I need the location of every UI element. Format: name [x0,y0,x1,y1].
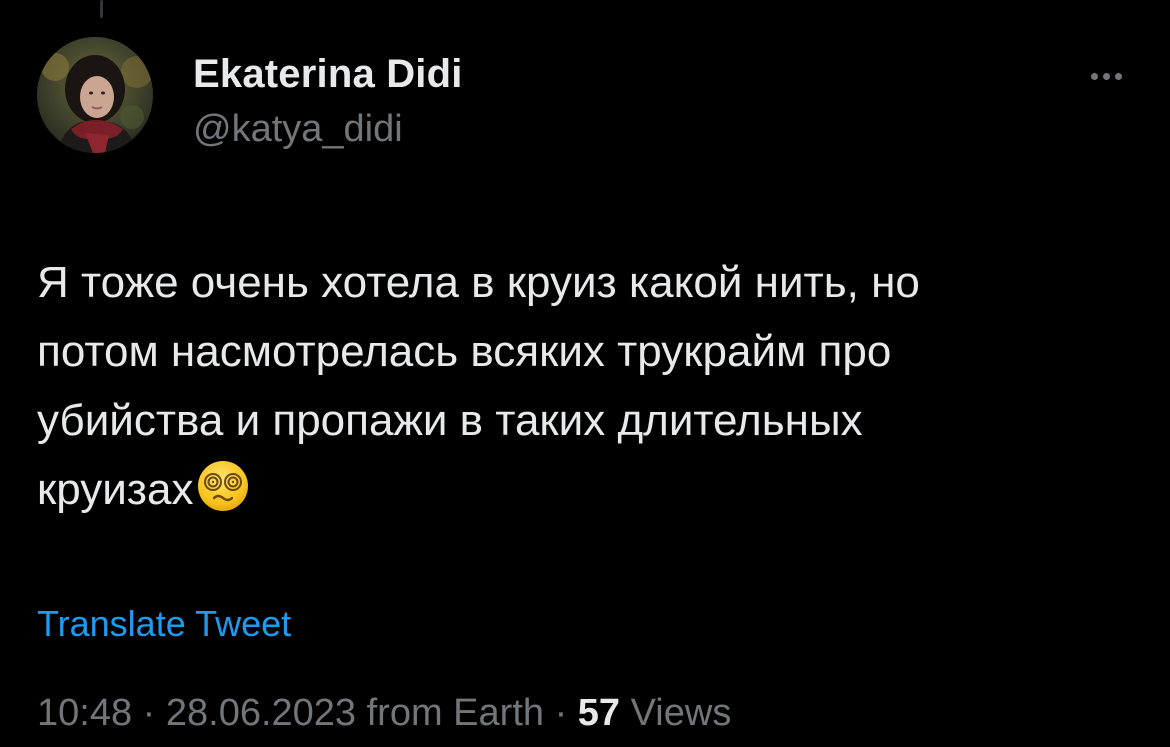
author-display-name[interactable]: Ekaterina Didi [193,52,463,97]
more-options-button[interactable] [1082,56,1130,96]
translate-tweet-link[interactable]: Translate Tweet [37,603,291,645]
author-handle[interactable]: @katya_didi [193,108,403,151]
meta-separator: · [132,692,166,734]
tweet-text-line: потом насмотрелась всяких трукрайм про [37,327,892,376]
tweet-date[interactable]: 28.06.2023 [166,692,356,734]
dizzy-face-emoji-icon [195,458,251,514]
ellipsis-icon-dot [1114,72,1122,80]
views-label[interactable]: Views [631,692,732,734]
avatar[interactable] [37,37,153,153]
tweet-text-line-last: круизах [37,455,1137,524]
profile-photo-icon [37,37,153,153]
tweet-source: from Earth [366,692,545,734]
tweet-time[interactable]: 10:48 [37,692,132,734]
tweet-text-fragment: круизах [37,465,194,514]
ellipsis-icon [1090,72,1098,80]
tweet-text-line: Я тоже очень хотела в круиз какой нить, … [37,258,920,307]
ellipsis-icon-dot [1102,72,1110,80]
thread-connector-line [100,0,103,18]
meta-separator: · [544,692,578,734]
tweet-text-line: убийства и пропажи в таких длительных [37,396,863,445]
views-count[interactable]: 57 [578,692,620,734]
tweet-text: Я тоже очень хотела в круиз какой нить, … [37,248,1137,524]
tweet-meta: 10:48 · 28.06.2023 from Earth · 57 Views [37,692,731,735]
